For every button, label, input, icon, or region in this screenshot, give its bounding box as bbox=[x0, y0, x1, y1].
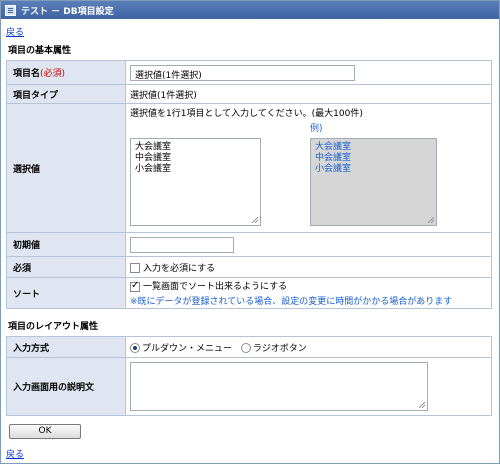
required-option-label: 入力を必須にする bbox=[143, 263, 216, 274]
choices-instruction: 選択値を1行1項目として入力してください。(最大100件) bbox=[130, 109, 363, 119]
layout-attributes-heading: 項目のレイアウト属性 bbox=[8, 322, 99, 332]
item-type-label: 項目タイプ bbox=[6, 84, 126, 104]
sort-label: ソート bbox=[6, 277, 126, 309]
required-label: 必須 bbox=[6, 256, 126, 278]
radio-radiobutton[interactable] bbox=[240, 343, 251, 353]
choices-label: 選択値 bbox=[6, 103, 126, 233]
item-name-label: 項目名(必須) bbox=[6, 60, 126, 85]
sort-note: ※既にデータが登録されている場合、設定の変更に時間がかかる場合があります bbox=[130, 297, 453, 307]
choices-textarea[interactable]: 大会議室 中会議室 小会議室 bbox=[130, 138, 261, 226]
choices-example-label: 例) bbox=[310, 124, 323, 134]
radio-pulldown[interactable] bbox=[130, 343, 140, 353]
back-link-top[interactable]: 戻る bbox=[6, 25, 24, 38]
input-method-label: 入力方式 bbox=[6, 336, 126, 358]
required-mark: (必須) bbox=[40, 69, 66, 79]
sort-option-label: 一覧画面でソート出来るようにする bbox=[143, 282, 288, 292]
title-bar: テスト － DB項目設定 bbox=[1, 1, 499, 19]
row-item-name: 項目名(必須) 選択値(1件選択) bbox=[6, 60, 492, 85]
resize-handle-icon[interactable] bbox=[252, 217, 258, 223]
row-choices: 選択値 選択値を1行1項目として入力してください。(最大100件) 例) 大会議… bbox=[6, 103, 492, 233]
item-type-value: 選択値(1件選択) bbox=[125, 84, 492, 104]
row-initial-value: 初期値 bbox=[6, 232, 492, 257]
window-icon bbox=[5, 4, 16, 16]
initial-value-label: 初期値 bbox=[6, 232, 126, 257]
initial-value-input[interactable] bbox=[130, 236, 234, 253]
dialog-window: テスト － DB項目設定 戻る 項目の基本属性 項目名(必須) 選択値(1件選択… bbox=[0, 0, 500, 464]
row-input-method: 入力方式 プルダウン・メニュー ラジオボタン bbox=[6, 336, 492, 358]
layout-attributes-table: 入力方式 プルダウン・メニュー ラジオボタン 入力画面用の説明文 bbox=[6, 336, 492, 416]
choices-example-box: 大会議室 中会議室 小会議室 bbox=[310, 138, 437, 226]
item-name-input[interactable]: 選択値(1件選択) bbox=[130, 64, 355, 81]
required-checkbox[interactable] bbox=[130, 263, 140, 273]
description-textarea[interactable] bbox=[130, 362, 428, 411]
window-title: テスト － DB項目設定 bbox=[21, 6, 114, 17]
description-label: 入力画面用の説明文 bbox=[6, 357, 126, 416]
sort-checkbox[interactable] bbox=[130, 280, 140, 292]
row-item-type: 項目タイプ 選択値(1件選択) bbox=[6, 84, 492, 104]
radio-radiobutton-label: ラジオボタン bbox=[252, 343, 307, 354]
resize-handle-icon[interactable] bbox=[419, 402, 425, 408]
back-link-bottom[interactable]: 戻る bbox=[6, 447, 24, 460]
ok-button[interactable]: OK bbox=[9, 424, 81, 439]
row-required: 必須 入力を必須にする bbox=[6, 256, 492, 278]
row-sort: ソート 一覧画面でソート出来るようにする ※既にデータが登録されている場合、設定… bbox=[6, 277, 492, 309]
basic-attributes-table: 項目名(必須) 選択値(1件選択) 項目タイプ 選択値(1件選択) 選択値 選択… bbox=[6, 60, 492, 309]
row-description: 入力画面用の説明文 bbox=[6, 357, 492, 416]
resize-handle-icon bbox=[428, 217, 434, 223]
basic-attributes-heading: 項目の基本属性 bbox=[8, 46, 72, 56]
radio-pulldown-label: プルダウン・メニュー bbox=[142, 343, 233, 354]
